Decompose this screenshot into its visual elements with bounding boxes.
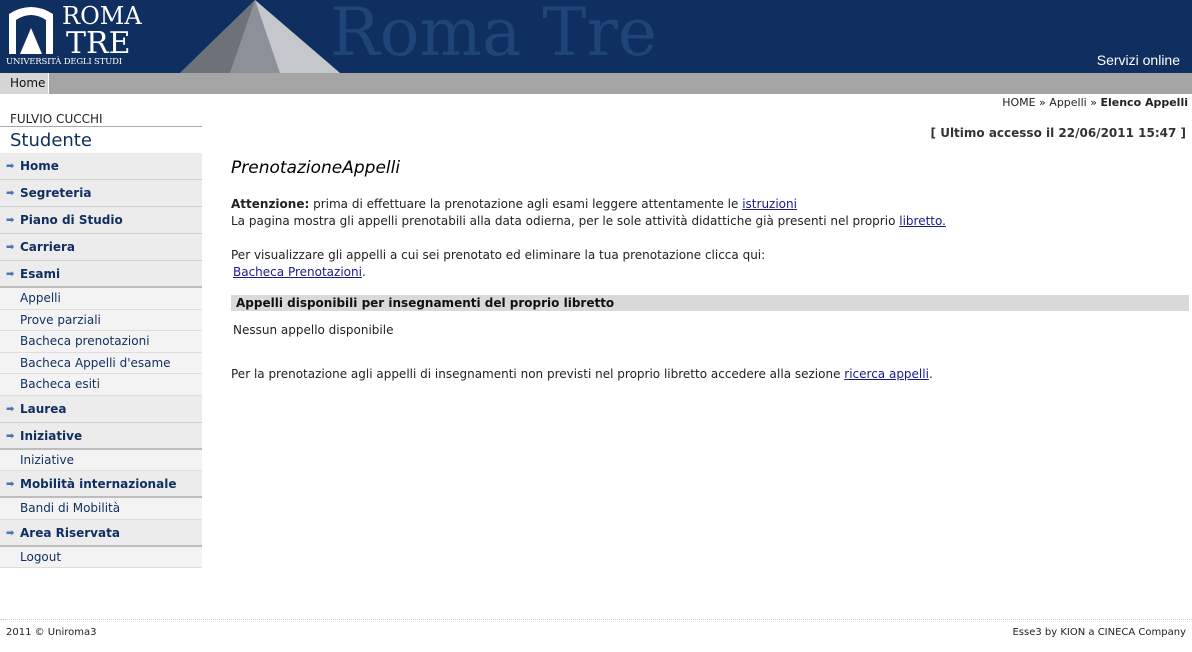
arrow-right-icon: ➡ bbox=[6, 188, 15, 199]
arrow-right-icon: ➡ bbox=[6, 403, 15, 415]
ricerca-appelli-link[interactable]: ricerca appelli bbox=[844, 367, 929, 381]
bacheca-prenotazioni-link[interactable]: Bacheca Prenotazioni bbox=[231, 265, 362, 279]
sidebar-item-piano-di-studio[interactable]: ➡ Piano di Studio bbox=[0, 207, 202, 234]
last-access-info: [ Ultimo accesso il 22/06/2011 15:47 ] bbox=[930, 126, 1186, 140]
footer-copyright: 2011 © Uniroma3 bbox=[6, 627, 97, 638]
sidebar-subitem-iniziative[interactable]: Iniziative bbox=[0, 449, 202, 471]
sidebar-subitem-appelli[interactable]: Appelli bbox=[0, 288, 202, 310]
sidebar-item-home[interactable]: ➡ Home bbox=[0, 153, 202, 180]
footer-credit[interactable]: Esse3 by KION a CINECA Company bbox=[1012, 627, 1186, 638]
user-role: Studente bbox=[0, 126, 202, 153]
sidebar-item-label: Segreteria bbox=[20, 186, 92, 200]
site-header: ROMA TRE UNIVERSITÀ DEGLI STUDI Roma Tre… bbox=[0, 0, 1192, 73]
arrow-right-icon: ➡ bbox=[6, 479, 15, 490]
servizi-online-label: Servizi online bbox=[1096, 52, 1180, 68]
sidebar-item-label: Home bbox=[20, 159, 59, 173]
arrow-right-icon: ➡ bbox=[6, 161, 15, 172]
sidebar-item-label: Carriera bbox=[20, 240, 76, 254]
top-nav-bar: Home bbox=[0, 73, 1192, 94]
arch-logo-icon bbox=[9, 7, 53, 54]
sidebar-subitem-logout[interactable]: Logout bbox=[0, 546, 202, 568]
sidebar-item-label: Area Riservata bbox=[20, 525, 120, 540]
main-content: PrenotazioneAppelli Attenzione: prima di… bbox=[231, 158, 1189, 381]
sidebar-subitem-bacheca-prenotazioni[interactable]: Bacheca prenotazioni bbox=[0, 331, 202, 353]
ricerca-intro-text: Per la prenotazione agli appelli di inse… bbox=[231, 367, 845, 381]
sidebar-item-segreteria[interactable]: ➡ Segreteria bbox=[0, 180, 202, 207]
bacheca-dot: . bbox=[361, 265, 366, 279]
libretto-link[interactable]: libretto. bbox=[899, 214, 946, 228]
sidebar-item-label: Laurea bbox=[20, 401, 67, 416]
breadcrumb-home-link[interactable]: HOME bbox=[1002, 96, 1035, 109]
section-header: Appelli disponibili per insegnamenti del… bbox=[231, 295, 1189, 311]
sidebar-subitem-prove-parziali[interactable]: Prove parziali bbox=[0, 309, 202, 331]
user-name: FULVIO CUCCHI bbox=[10, 112, 103, 126]
roma-tre-logo[interactable]: ROMA TRE UNIVERSITÀ DEGLI STUDI bbox=[4, 2, 142, 68]
breadcrumb: HOME » Appelli » Elenco Appelli bbox=[1002, 96, 1188, 109]
available-appelli-text: La pagina mostra gli appelli prenotabili… bbox=[231, 214, 900, 228]
page-title: PrenotazioneAppelli bbox=[231, 158, 401, 178]
sidebar-item-mobilita[interactable]: ➡ Mobilità internazionale bbox=[0, 471, 202, 498]
sidebar-item-label: Piano di Studio bbox=[20, 213, 123, 227]
sidebar-subitem-bandi-mobilita[interactable]: Bandi di Mobilità bbox=[0, 498, 202, 520]
roma-tre-watermark: Roma Tre bbox=[330, 0, 657, 71]
sidebar-item-label: Esami bbox=[20, 267, 61, 281]
breadcrumb-separator: » bbox=[1035, 96, 1050, 109]
arrow-right-icon: ➡ bbox=[6, 215, 15, 226]
sidebar-item-area-riservata[interactable]: ➡ Area Riservata bbox=[0, 519, 202, 547]
empty-message: Nessun appello disponibile bbox=[233, 323, 394, 337]
sidebar-item-carriera[interactable]: ➡ Carriera bbox=[0, 234, 202, 261]
attention-label: Attenzione: bbox=[231, 197, 310, 211]
ricerca-paragraph: Per la prenotazione agli appelli di inse… bbox=[231, 367, 1189, 381]
arrow-right-icon: ➡ bbox=[6, 527, 15, 539]
sidebar-item-label: Mobilità internazionale bbox=[20, 477, 177, 491]
footer-divider bbox=[0, 619, 1192, 620]
top-nav-home-tab[interactable]: Home bbox=[0, 73, 49, 94]
ricerca-dot: . bbox=[928, 367, 933, 381]
sidebar-item-laurea[interactable]: ➡ Laurea bbox=[0, 395, 202, 423]
logo-university-text: UNIVERSITÀ DEGLI STUDI bbox=[6, 57, 122, 67]
attention-text: prima di effettuare la prenotazione agli… bbox=[309, 197, 743, 211]
sidebar-item-label: Iniziative bbox=[20, 428, 83, 443]
breadcrumb-separator: » bbox=[1086, 96, 1101, 109]
sidebar-subitem-bacheca-esiti[interactable]: Bacheca esiti bbox=[0, 374, 202, 396]
bacheca-paragraph: Per visualizzare gli appelli a cui sei p… bbox=[231, 247, 1189, 281]
logo-tre-text: TRE bbox=[66, 26, 131, 61]
sidebar-item-iniziative[interactable]: ➡ Iniziative bbox=[0, 422, 202, 450]
sidebar-item-esami[interactable]: ➡ Esami bbox=[0, 261, 202, 288]
arrow-right-icon: ➡ bbox=[6, 242, 15, 253]
bacheca-intro-text: Per visualizzare gli appelli a cui sei p… bbox=[231, 248, 766, 262]
istruzioni-link[interactable]: istruzioni bbox=[742, 197, 797, 211]
breadcrumb-current: Elenco Appelli bbox=[1100, 96, 1188, 109]
breadcrumb-appelli-link[interactable]: Appelli bbox=[1049, 96, 1086, 109]
sidebar-subitem-bacheca-appelli[interactable]: Bacheca Appelli d'esame bbox=[0, 352, 202, 374]
arrow-right-icon: ➡ bbox=[6, 430, 15, 442]
sidebar: FULVIO CUCCHI Studente ➡ Home ➡ Segreteria… bbox=[0, 108, 202, 568]
attention-paragraph: Attenzione: prima di effettuare la preno… bbox=[231, 196, 1189, 230]
arrow-right-icon: ➡ bbox=[6, 269, 15, 280]
